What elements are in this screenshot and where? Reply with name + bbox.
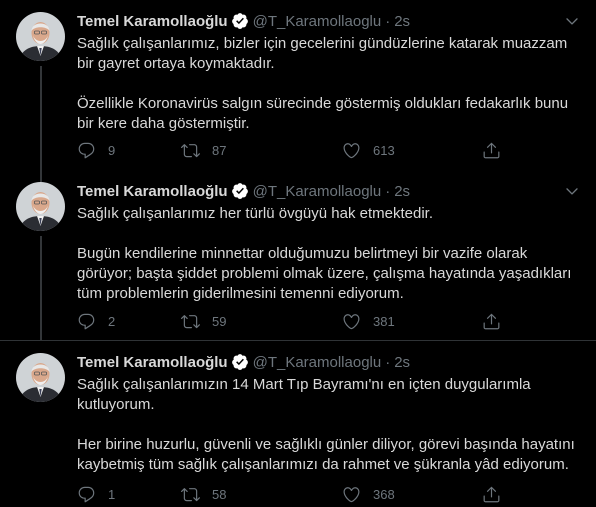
like-count: 368	[373, 486, 395, 502]
tweet-timestamp[interactable]: 2s	[394, 354, 410, 371]
tweet-timestamp[interactable]: 2s	[394, 13, 410, 30]
share-button[interactable]	[482, 484, 501, 504]
tweet-content: Temel Karamollaoğlu @T_Karamollaoglu · 2…	[77, 180, 582, 304]
reply-icon	[78, 142, 95, 158]
retweet-button[interactable]: 59	[181, 311, 226, 331]
header-separator: ·	[385, 353, 391, 371]
heart-icon	[343, 486, 360, 502]
tweet-actions: 1 58 368	[77, 484, 517, 504]
retweet-count: 58	[212, 486, 227, 502]
verified-badge-icon	[231, 182, 249, 200]
retweet-button[interactable]: 58	[181, 484, 226, 504]
author-handle[interactable]: @T_Karamollaoglu	[253, 13, 382, 30]
tweet-header: Temel Karamollaoğlu @T_Karamollaoglu · 2…	[77, 351, 582, 373]
like-count: 613	[373, 142, 395, 158]
tweet-paragraph: Özellikle Koronavirüs salgın sürecinde g…	[77, 95, 569, 132]
avatar-portrait-icon	[16, 12, 65, 61]
tweet-paragraph: Sağlık çalışanlarımız her türlü övgüyü h…	[77, 205, 434, 222]
avatar[interactable]	[16, 12, 65, 61]
share-icon	[483, 313, 500, 329]
tweet-text: Sağlık çalışanlarımız, bizler için gecel…	[77, 34, 582, 134]
verified-badge-icon	[231, 12, 249, 30]
retweet-icon	[181, 143, 200, 157]
tweet-actions: 9 87 613	[77, 140, 517, 160]
share-icon	[483, 142, 500, 158]
retweet-icon	[181, 487, 200, 501]
avatar[interactable]	[16, 182, 65, 231]
tweet-thread: Temel Karamollaoğlu @T_Karamollaoglu · 2…	[0, 0, 596, 507]
reply-icon	[78, 486, 95, 502]
reply-button[interactable]: 2	[77, 311, 115, 331]
header-separator: ·	[385, 182, 391, 200]
avatar-portrait-icon	[16, 353, 65, 402]
retweet-button[interactable]: 87	[181, 140, 226, 160]
tweet[interactable]: Temel Karamollaoğlu @T_Karamollaoglu · 2…	[0, 0, 596, 176]
verified-badge-icon	[231, 353, 249, 371]
chevron-down-icon[interactable]	[562, 12, 582, 30]
retweet-count: 87	[212, 142, 227, 158]
tweet-paragraph: Sağlık çalışanlarımız, bizler için gecel…	[77, 35, 568, 72]
thread-connector-line	[40, 66, 42, 176]
author-name[interactable]: Temel Karamollaoğlu	[77, 183, 228, 200]
like-button[interactable]: 613	[342, 140, 395, 160]
tweet-header: Temel Karamollaoğlu @T_Karamollaoglu · 2…	[77, 10, 582, 32]
tweet-paragraph: Her birine huzurlu, güvenli ve sağlıklı …	[77, 436, 575, 473]
like-count: 381	[373, 313, 395, 329]
chevron-down-icon[interactable]	[562, 182, 582, 200]
author-handle[interactable]: @T_Karamollaoglu	[253, 183, 382, 200]
reply-button[interactable]: 9	[77, 140, 115, 160]
tweet[interactable]: Temel Karamollaoğlu @T_Karamollaoglu · 2…	[0, 340, 596, 507]
thread-connector-line	[40, 236, 42, 340]
like-button[interactable]: 368	[342, 484, 395, 504]
tweet-text: Sağlık çalışanlarımızın 14 Mart Tıp Bayr…	[77, 375, 582, 475]
tweet-actions: 2 59 381	[77, 311, 517, 331]
share-button[interactable]	[482, 311, 501, 331]
author-handle[interactable]: @T_Karamollaoglu	[253, 354, 382, 371]
reply-count: 1	[108, 486, 116, 502]
share-icon	[483, 486, 500, 502]
reply-icon	[78, 313, 95, 329]
tweet[interactable]: Temel Karamollaoğlu @T_Karamollaoglu · 2…	[0, 166, 596, 340]
tweet-content: Temel Karamollaoğlu @T_Karamollaoglu · 2…	[77, 351, 582, 475]
like-button[interactable]: 381	[342, 311, 395, 331]
share-button[interactable]	[482, 140, 501, 160]
header-separator: ·	[385, 12, 391, 30]
author-name[interactable]: Temel Karamollaoğlu	[77, 354, 228, 371]
tweet-content: Temel Karamollaoğlu @T_Karamollaoglu · 2…	[77, 10, 582, 134]
retweet-count: 59	[212, 313, 227, 329]
heart-icon	[343, 142, 360, 158]
tweet-text: Sağlık çalışanlarımız her türlü övgüyü h…	[77, 204, 582, 304]
retweet-icon	[181, 314, 200, 328]
avatar-portrait-icon	[16, 182, 65, 231]
tweet-paragraph: Bugün kendilerine minnettar olduğumuzu b…	[77, 245, 572, 302]
reply-count: 9	[108, 142, 116, 158]
reply-count: 2	[108, 313, 116, 329]
author-name[interactable]: Temel Karamollaoğlu	[77, 13, 228, 30]
thread-connector-line	[40, 166, 42, 182]
reply-button[interactable]: 1	[77, 484, 115, 504]
tweet-timestamp[interactable]: 2s	[394, 183, 410, 200]
avatar[interactable]	[16, 353, 65, 402]
heart-icon	[343, 313, 360, 329]
tweet-paragraph: Sağlık çalışanlarımızın 14 Mart Tıp Bayr…	[77, 376, 531, 413]
tweet-header: Temel Karamollaoğlu @T_Karamollaoglu · 2…	[77, 180, 582, 202]
